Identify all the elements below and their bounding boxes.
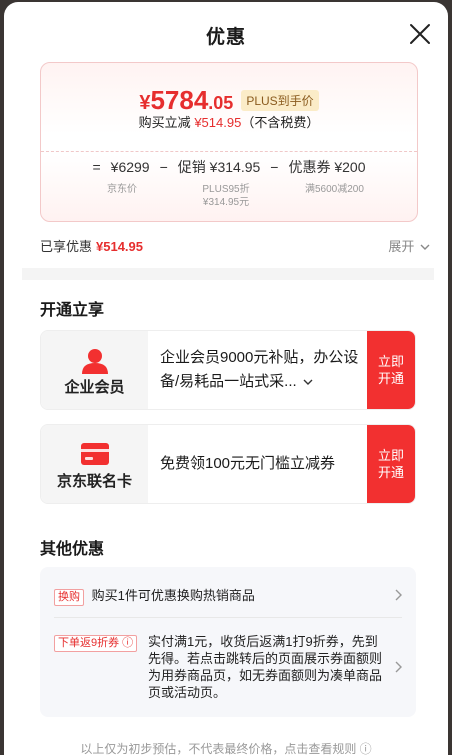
- exchange-tag: 换购: [54, 589, 84, 606]
- currency-symbol: ¥: [139, 92, 151, 114]
- card-icon: [81, 443, 109, 465]
- divider: [41, 151, 417, 152]
- enjoyed-label: 已享优惠: [40, 239, 93, 254]
- save-amount: ¥514.95: [194, 115, 242, 130]
- sheet-header: 优惠: [4, 2, 448, 60]
- list-item-text: 实付满1元，收货后返满1打9折券，先到先得。若点击跳转后的页面展示券面额则为用券…: [148, 634, 383, 700]
- price-breakdown-card: ¥5784.05 PLUS到手价 购买立减 ¥514.95（不含税费） = ¥6…: [40, 62, 418, 222]
- activate-button[interactable]: 立即开通: [367, 331, 415, 409]
- promo-caption: PLUS95折 ¥314.95元: [196, 183, 256, 209]
- promo-value: 促销 ¥314.95: [177, 159, 261, 175]
- offer-description: 企业会员9000元补贴，办公设备/易耗品一站式采...: [160, 346, 361, 394]
- jd-price-value: ¥6299: [110, 159, 150, 175]
- plus-price-tag: PLUS到手价: [241, 90, 319, 111]
- minus-sign: −: [270, 159, 279, 175]
- offer-label: 企业会员: [64, 379, 125, 396]
- minus-sign: −: [159, 159, 168, 175]
- final-price-integer: 5784: [150, 85, 209, 115]
- list-item-exchange[interactable]: 换购 购买1件可优惠换购热销商品: [54, 585, 416, 606]
- chevron-down-icon: [420, 244, 430, 250]
- activate-button[interactable]: 立即开通: [367, 425, 415, 503]
- chevron-right-icon: [395, 589, 402, 601]
- close-icon[interactable]: [406, 20, 434, 48]
- disclaimer-footer[interactable]: 以上仅为初步预估，不代表最终价格，点击查看规则 ⓘ: [4, 740, 448, 755]
- section-title-other: 其他优惠: [40, 541, 105, 558]
- offer-left-panel: 京东联名卡: [41, 425, 148, 503]
- enjoyed-amount: ¥514.95: [96, 239, 144, 254]
- expand-label: 展开: [388, 239, 415, 254]
- section-gap: [22, 268, 434, 280]
- chevron-right-icon: [395, 661, 402, 673]
- offer-left-panel: 企业会员: [41, 331, 148, 409]
- promo-caption-line1: PLUS95折: [202, 184, 250, 195]
- divider: [54, 617, 402, 618]
- person-icon: [82, 349, 108, 374]
- list-item-cashback-coupon[interactable]: 下单返9折券 ⓘ 实付满1元，收货后返满1打9折券，先到先得。若点击跳转后的页面…: [54, 633, 416, 705]
- coupon-caption: 满5600减200: [305, 184, 364, 195]
- sheet-title: 优惠: [205, 27, 246, 48]
- chevron-down-icon: [303, 379, 313, 385]
- discount-sheet: 优惠 ¥5784.05 PLUS到手价 购买立减 ¥514.95（不含税费） =…: [4, 2, 448, 755]
- equals-sign: =: [92, 159, 101, 175]
- instant-discount-row: 购买立减 ¥514.95（不含税费）: [41, 112, 417, 131]
- jd-price-caption: 京东价: [107, 184, 137, 195]
- offer-enterprise-member[interactable]: 企业会员 企业会员9000元补贴，办公设备/易耗品一站式采... 立即开通: [40, 330, 416, 410]
- offer-label: 京东联名卡: [56, 473, 132, 490]
- promo-caption-line2: ¥314.95元: [202, 197, 250, 208]
- cashback-tag: 下单返9折券 ⓘ: [54, 635, 138, 652]
- final-price-decimal: .05: [208, 93, 234, 113]
- other-offers-list: 换购 购买1件可优惠换购热销商品 下单返9折券 ⓘ 实付满1元，收货后返满1打9…: [40, 567, 416, 717]
- price-formula: = ¥6299 − 促销 ¥314.95 − 优惠券 ¥200: [41, 157, 417, 177]
- offer-desc-text: 企业会员9000元补贴，办公设备/易耗品一站式采...: [160, 349, 359, 390]
- list-item-text: 购买1件可优惠换购热销商品: [91, 588, 255, 603]
- enjoyed-discount: 已享优惠 ¥514.95: [40, 236, 143, 255]
- offer-description: 免费领100元无门槛立减券: [160, 455, 336, 472]
- expand-button[interactable]: 展开: [388, 236, 430, 255]
- save-note: （不含税费）: [241, 115, 320, 130]
- save-label: 购买立减: [138, 115, 191, 130]
- coupon-value: 优惠券 ¥200: [288, 159, 366, 175]
- section-title-open: 开通立享: [40, 302, 105, 319]
- offer-jd-cobrand-card[interactable]: 京东联名卡 免费领100元无门槛立减券 立即开通: [40, 424, 416, 504]
